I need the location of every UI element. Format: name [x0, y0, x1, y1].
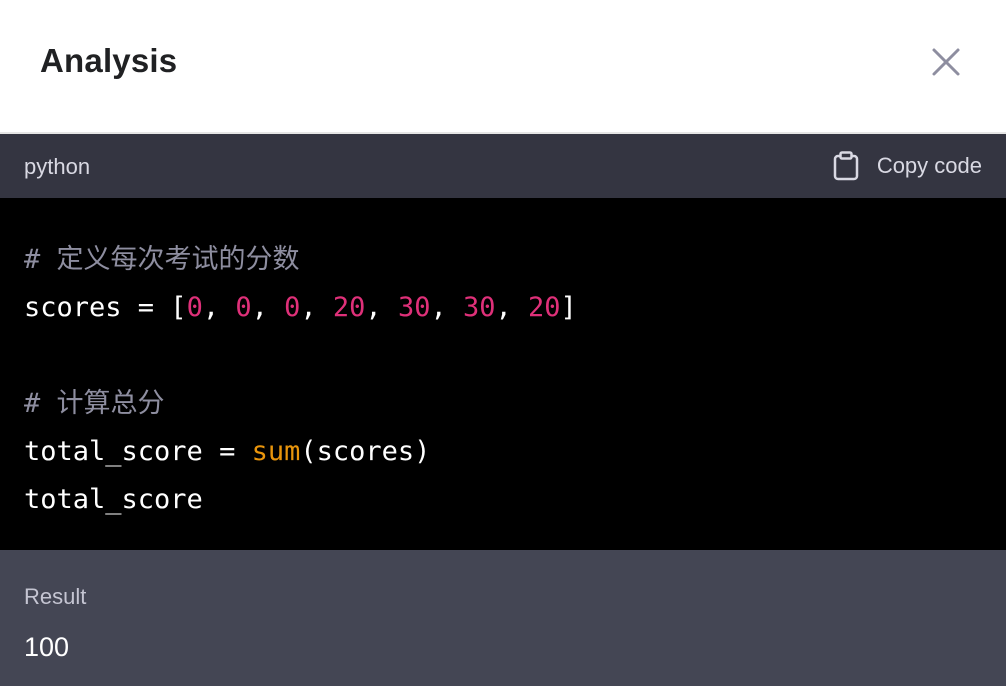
language-label: python [24, 154, 91, 179]
analysis-modal: Analysis python Copy code # 定义每次考试的分数 sc… [0, 0, 1006, 688]
code-number: 0 [186, 292, 203, 323]
result-value: 100 [24, 632, 70, 662]
code-text: , [251, 292, 285, 323]
code-number: 20 [528, 292, 561, 323]
code-builtin: sum [251, 436, 301, 467]
code-number: 30 [462, 292, 496, 323]
code-text: total_score = [24, 436, 252, 467]
result-section: Result 100 [0, 550, 1006, 686]
copy-code-button[interactable]: Copy code [833, 150, 982, 182]
result-label: Result [24, 584, 87, 609]
code-editor[interactable]: # 定义每次考试的分数 scores = [0, 0, 0, 20, 30, 3… [0, 198, 1006, 550]
code-number: 30 [397, 292, 431, 323]
code-number: 0 [235, 292, 252, 323]
code-header: python Copy code [0, 134, 1006, 198]
close-icon [932, 48, 960, 76]
clipboard-icon [833, 151, 859, 181]
code-number: 0 [284, 292, 301, 323]
code-line: total_score = sum(scores) [24, 428, 982, 476]
code-line: scores = [0, 0, 0, 20, 30, 30, 20] [24, 284, 982, 332]
code-text: , [202, 292, 236, 323]
code-comment: # 计算总分 [24, 388, 165, 419]
close-button[interactable] [930, 46, 962, 78]
code-text: , [495, 292, 528, 323]
code-text: , [365, 292, 398, 323]
code-text: scores = [ [24, 292, 187, 323]
code-line: # 计算总分 [24, 380, 982, 428]
copy-code-label: Copy code [876, 153, 982, 178]
modal-header: Analysis [0, 0, 1006, 134]
code-line: # 定义每次考试的分数 [24, 236, 982, 284]
code-comment: # 定义每次考试的分数 [24, 244, 300, 275]
modal-title: Analysis [40, 42, 178, 79]
code-text: ] [560, 292, 577, 323]
code-line: total_score [24, 476, 982, 524]
code-text: , [300, 292, 333, 323]
code-text: (scores) [300, 436, 431, 467]
code-text: , [430, 292, 463, 323]
code-number: 20 [332, 292, 366, 323]
code-text: total_score [24, 484, 203, 515]
